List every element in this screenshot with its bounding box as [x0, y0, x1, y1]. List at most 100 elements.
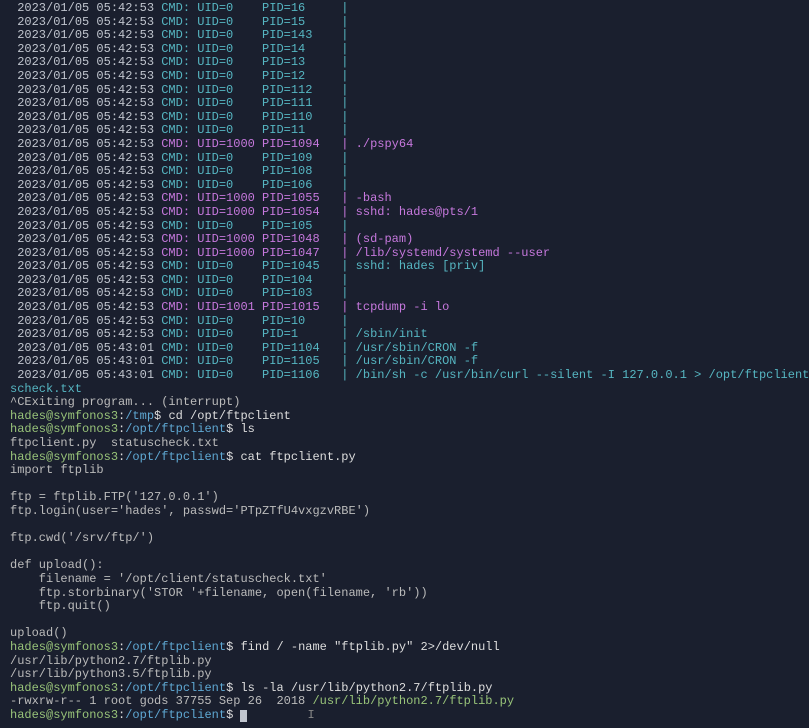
prompt-user: hades@symfonos3 — [10, 450, 118, 464]
file-content: ftp.cwd('/srv/ftp/') — [10, 531, 154, 545]
proc-cmd: sshd: hades@pts/1 — [356, 205, 478, 219]
timestamp: 2023/01/05 05:42:53 — [17, 327, 154, 341]
timestamp: 2023/01/05 05:42:53 — [17, 178, 154, 192]
prompt-user: hades@symfonos3 — [10, 640, 118, 654]
proc-meta: CMD: UID=0 PID=1104 — [161, 341, 334, 355]
timestamp: 2023/01/05 05:42:53 — [17, 300, 154, 314]
file-content: ftp.login(user='hades', passwd='PTpZTfU4… — [10, 504, 370, 518]
proc-meta: CMD: UID=1000 PID=1047 — [161, 246, 334, 260]
proc-meta: CMD: UID=0 PID=104 — [161, 273, 334, 287]
timestamp: 2023/01/05 05:43:01 — [17, 368, 154, 382]
proc-sep: | — [334, 69, 356, 83]
timestamp: 2023/01/05 05:42:53 — [17, 286, 154, 300]
timestamp: 2023/01/05 05:42:53 — [17, 137, 154, 151]
proc-sep: | — [334, 178, 356, 192]
proc-meta: CMD: UID=1001 PID=1015 — [161, 300, 334, 314]
proc-sep: | — [334, 327, 356, 341]
timestamp: 2023/01/05 05:42:53 — [17, 273, 154, 287]
shell-command: find / -name "ftplib.py" 2>/dev/null — [240, 640, 499, 654]
ls-la-output: -rwxrw-r-- 1 root gods 37755 Sep 26 2018 — [10, 694, 312, 708]
proc-cmd-cont: scheck.txt — [10, 382, 82, 396]
proc-sep: | — [334, 151, 356, 165]
timestamp: 2023/01/05 05:42:53 — [17, 96, 154, 110]
timestamp: 2023/01/05 05:42:53 — [17, 69, 154, 83]
ls-output: ftpclient.py statuscheck.txt — [10, 436, 219, 450]
proc-sep: | — [334, 123, 356, 137]
timestamp: 2023/01/05 05:42:53 — [17, 191, 154, 205]
timestamp: 2023/01/05 05:42:53 — [17, 205, 154, 219]
shell-command: ls -la /usr/lib/python2.7/ftplib.py — [240, 681, 492, 695]
timestamp: 2023/01/05 05:42:53 — [17, 1, 154, 15]
proc-meta: CMD: UID=0 PID=105 — [161, 219, 334, 233]
proc-sep: | — [334, 286, 356, 300]
timestamp: 2023/01/05 05:42:53 — [17, 15, 154, 29]
proc-sep: | — [334, 232, 356, 246]
timestamp: 2023/01/05 05:42:53 — [17, 164, 154, 178]
file-content: upload() — [10, 626, 68, 640]
terminal-output[interactable]: 2023/01/05 05:42:53 CMD: UID=0 PID=16 | … — [0, 0, 809, 722]
proc-cmd: ./pspy64 — [356, 137, 414, 151]
prompt-path: /tmp — [125, 409, 154, 423]
proc-cmd: sshd: hades [priv] — [356, 259, 486, 273]
proc-sep: | — [334, 1, 356, 15]
proc-meta: CMD: UID=0 PID=14 — [161, 42, 334, 56]
proc-meta: CMD: UID=0 PID=11 — [161, 123, 334, 137]
timestamp: 2023/01/05 05:42:53 — [17, 28, 154, 42]
proc-meta: CMD: UID=0 PID=10 — [161, 314, 334, 328]
proc-meta: CMD: UID=0 PID=143 — [161, 28, 334, 42]
proc-sep: | — [334, 314, 356, 328]
cursor — [240, 710, 247, 722]
timestamp: 2023/01/05 05:43:01 — [17, 354, 154, 368]
proc-sep: | — [334, 96, 356, 110]
proc-sep: | — [334, 341, 356, 355]
proc-sep: | — [334, 300, 356, 314]
proc-meta: CMD: UID=0 PID=110 — [161, 110, 334, 124]
file-content: def upload(): — [10, 558, 104, 572]
proc-meta: CMD: UID=0 PID=111 — [161, 96, 334, 110]
prompt-path: /opt/ftpclient — [125, 422, 226, 436]
prompt-user: hades@symfonos3 — [10, 708, 118, 722]
timestamp: 2023/01/05 05:42:53 — [17, 151, 154, 165]
proc-sep: | — [334, 354, 356, 368]
timestamp: 2023/01/05 05:42:53 — [17, 246, 154, 260]
proc-cmd: /lib/systemd/systemd --user — [356, 246, 550, 260]
timestamp: 2023/01/05 05:42:53 — [17, 123, 154, 137]
shell-command: cd /opt/ftpclient — [168, 409, 290, 423]
proc-sep: | — [334, 259, 356, 273]
proc-meta: CMD: UID=0 PID=112 — [161, 83, 334, 97]
proc-sep: | — [334, 110, 356, 124]
proc-meta: CMD: UID=1000 PID=1094 — [161, 137, 334, 151]
find-result: /usr/lib/python3.5/ftplib.py — [10, 667, 212, 681]
shell-command: ls — [240, 422, 254, 436]
proc-sep: | — [334, 246, 356, 260]
prompt-path: /opt/ftpclient — [125, 640, 226, 654]
proc-meta: CMD: UID=0 PID=109 — [161, 151, 334, 165]
proc-sep: | — [334, 273, 356, 287]
timestamp: 2023/01/05 05:42:53 — [17, 42, 154, 56]
proc-cmd: tcpdump -i lo — [356, 300, 450, 314]
proc-meta: CMD: UID=0 PID=1 — [161, 327, 334, 341]
proc-meta: CMD: UID=0 PID=103 — [161, 286, 334, 300]
highlighted-path: /usr/lib/python2.7/ftplib.py — [312, 694, 514, 708]
proc-cmd: /sbin/init — [356, 327, 428, 341]
proc-meta: CMD: UID=0 PID=15 — [161, 15, 334, 29]
timestamp: 2023/01/05 05:43:01 — [17, 341, 154, 355]
proc-cmd: /bin/sh -c /usr/bin/curl --silent -I 127… — [356, 368, 809, 382]
proc-sep: | — [334, 205, 356, 219]
prompt-user: hades@symfonos3 — [10, 422, 118, 436]
proc-cmd: /usr/sbin/CRON -f — [356, 354, 478, 368]
timestamp: 2023/01/05 05:42:53 — [17, 219, 154, 233]
file-content: ftp.storbinary('STOR '+filename, open(fi… — [10, 586, 428, 600]
proc-meta: CMD: UID=0 PID=108 — [161, 164, 334, 178]
proc-sep: | — [334, 83, 356, 97]
prompt-user: hades@symfonos3 — [10, 681, 118, 695]
timestamp: 2023/01/05 05:42:53 — [17, 110, 154, 124]
proc-sep: | — [334, 191, 356, 205]
proc-sep: | — [334, 42, 356, 56]
prompt-path: /opt/ftpclient — [125, 450, 226, 464]
proc-sep: | — [334, 28, 356, 42]
proc-sep: | — [334, 164, 356, 178]
prompt-user: hades@symfonos3 — [10, 409, 118, 423]
proc-sep: | — [334, 55, 356, 69]
proc-cmd: /usr/sbin/CRON -f — [356, 341, 478, 355]
